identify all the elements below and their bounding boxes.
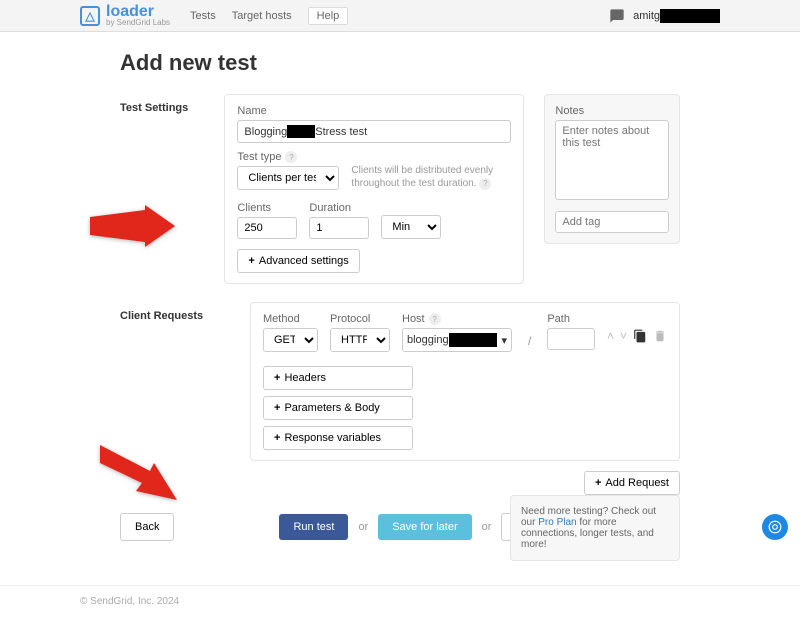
method-select[interactable]: GET (263, 328, 318, 352)
trash-icon[interactable] (653, 329, 667, 343)
brand-byline: by SendGrid Labs (106, 18, 170, 27)
clients-input[interactable] (237, 217, 297, 239)
section-test-settings: Test Settings (120, 94, 204, 114)
messages-icon[interactable] (609, 8, 625, 24)
test-type-select[interactable]: Clients per test (237, 166, 339, 190)
params-body-button[interactable]: +Parameters & Body (263, 396, 413, 420)
test-type-label: Test type? (237, 151, 339, 163)
test-type-hint: Clients will be distributed evenly throu… (351, 164, 511, 190)
plus-icon: + (595, 477, 601, 489)
host-select[interactable]: blogging▾ (402, 328, 512, 352)
request-tools: ˄ ˅ (607, 329, 667, 343)
name-label: Name (237, 105, 511, 117)
page-title: Add new test (120, 50, 680, 76)
protocol-select[interactable]: HTTP (330, 328, 390, 352)
user-area: amitg (609, 8, 720, 24)
brand[interactable]: △ loader by SendGrid Labs (80, 4, 170, 27)
client-requests-panel: Method GET Protocol HTTP Host? blogging▾… (250, 302, 680, 461)
top-nav: △ loader by SendGrid Labs Tests Target h… (0, 0, 800, 32)
notes-label: Notes (555, 105, 669, 117)
copy-icon[interactable] (633, 329, 647, 343)
annotation-arrow-icon (90, 205, 175, 250)
response-vars-button[interactable]: +Response variables (263, 426, 413, 450)
protocol-label: Protocol (330, 313, 390, 325)
path-input[interactable] (547, 328, 595, 350)
notes-panel: Notes (544, 94, 680, 244)
headers-button[interactable]: +Headers (263, 366, 413, 390)
path-slash: / (524, 334, 535, 348)
path-label: Path (547, 313, 595, 325)
test-settings-panel: Name Blogging Stress test Test type? Cli… (224, 94, 524, 284)
test-name-input[interactable]: Blogging Stress test (237, 120, 511, 143)
method-label: Method (263, 313, 318, 325)
lifebuoy-icon (768, 520, 782, 534)
nav-help[interactable]: Help (308, 7, 349, 25)
help-icon[interactable]: ? (429, 313, 441, 325)
promo-box: Need more testing? Check out our Pro Pla… (510, 495, 680, 561)
run-test-button[interactable]: Run test (279, 514, 348, 540)
duration-label: Duration (309, 202, 369, 214)
support-chat-button[interactable] (762, 514, 788, 540)
logo-icon: △ (80, 6, 100, 26)
help-icon[interactable]: ? (285, 151, 297, 163)
help-icon[interactable]: ? (479, 178, 491, 190)
plus-icon: + (274, 372, 280, 384)
clients-label: Clients (237, 202, 297, 214)
plus-icon: + (274, 402, 280, 414)
move-up-icon[interactable]: ˄ (607, 329, 614, 343)
section-client-requests: Client Requests (120, 302, 230, 322)
or-separator: or (358, 521, 368, 533)
plus-icon: + (274, 432, 280, 444)
back-button[interactable]: Back (120, 513, 174, 541)
footer: © SendGrid, Inc. 2024 (0, 585, 800, 617)
pro-plan-link[interactable]: Pro Plan (538, 517, 576, 528)
nav-tests[interactable]: Tests (190, 10, 216, 22)
or-separator: or (482, 521, 492, 533)
duration-unit-select[interactable]: Min (381, 215, 441, 239)
host-label: Host? (402, 313, 512, 325)
advanced-settings-button[interactable]: +Advanced settings (237, 249, 359, 273)
user-menu[interactable]: amitg (633, 9, 720, 23)
move-down-icon[interactable]: ˅ (620, 329, 627, 343)
plus-icon: + (248, 255, 254, 267)
tag-input[interactable] (555, 211, 669, 233)
nav-links: Tests Target hosts Help (190, 7, 348, 25)
nav-target-hosts[interactable]: Target hosts (232, 10, 292, 22)
save-for-later-button[interactable]: Save for later (378, 514, 471, 540)
add-request-button[interactable]: +Add Request (584, 471, 680, 495)
duration-input[interactable] (309, 217, 369, 239)
notes-textarea[interactable] (555, 120, 669, 200)
annotation-arrow-icon (100, 445, 185, 503)
